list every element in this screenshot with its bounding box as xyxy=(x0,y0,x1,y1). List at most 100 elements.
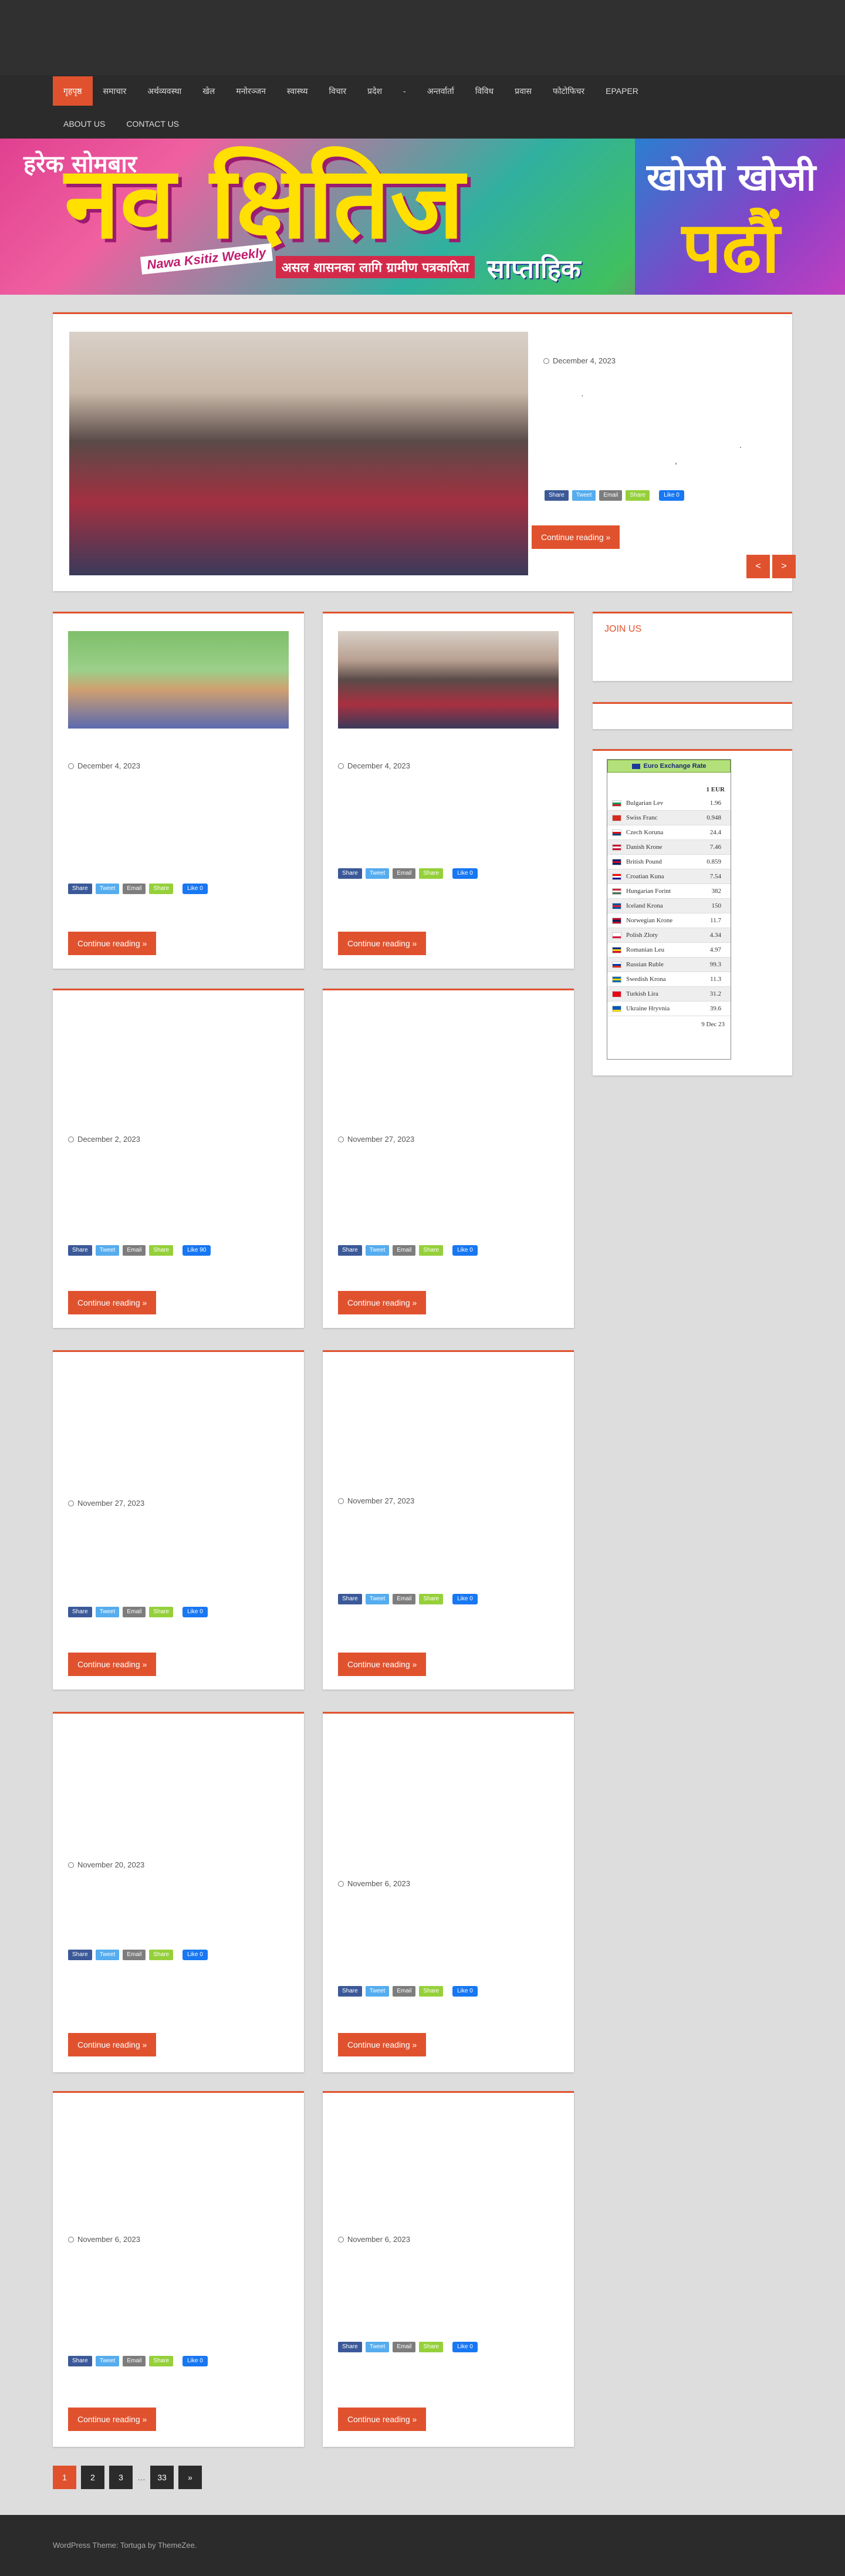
page-link[interactable]: » xyxy=(178,2466,202,2489)
facebook-share-button[interactable]: Share xyxy=(68,1607,92,1617)
email-share-button[interactable]: Email xyxy=(123,2356,146,2366)
twitter-share-button[interactable]: Tweet xyxy=(95,2356,120,2366)
nav-item[interactable]: - xyxy=(393,76,417,106)
continue-reading-button[interactable]: Continue reading » xyxy=(338,932,427,955)
email-share-button[interactable]: Email xyxy=(123,1950,146,1960)
facebook-share-button[interactable]: Share xyxy=(338,1594,362,1604)
nav-item[interactable]: प्रवास xyxy=(504,76,542,106)
facebook-like-button[interactable]: Like 0 xyxy=(182,1950,208,1960)
continue-reading-button[interactable]: Continue reading » xyxy=(338,2408,427,2431)
facebook-like-button[interactable]: Like 0 xyxy=(182,884,208,894)
page-link[interactable]: 33 xyxy=(150,2466,174,2489)
featured-image[interactable] xyxy=(69,332,528,575)
continue-reading-button[interactable]: Continue reading » xyxy=(68,2408,157,2431)
share-bar: Share Tweet Email Share Like 0 xyxy=(68,1607,208,1617)
email-share-button[interactable]: Email xyxy=(123,1607,146,1617)
generic-share-button[interactable]: Share xyxy=(419,1245,444,1256)
twitter-share-button[interactable]: Tweet xyxy=(365,1245,390,1256)
twitter-share-button[interactable]: Tweet xyxy=(95,1245,120,1256)
facebook-share-button[interactable]: Share xyxy=(338,1245,362,1256)
facebook-like-button[interactable]: Like 0 xyxy=(452,868,478,879)
page-link[interactable]: 2 xyxy=(81,2466,104,2489)
nav-item[interactable]: स्वास्थ्य xyxy=(276,76,319,106)
footer-credit[interactable]: WordPress Theme: Tortuga by ThemeZee. xyxy=(53,2541,197,2550)
facebook-like-button[interactable]: Like 0 xyxy=(452,1594,478,1604)
page-link[interactable]: 3 xyxy=(109,2466,133,2489)
generic-share-button[interactable]: Share xyxy=(419,868,444,879)
email-share-button[interactable]: Email xyxy=(393,1245,416,1256)
exchange-rate-row: Bulgarian Lev 1.96 xyxy=(607,796,731,811)
twitter-share-button[interactable]: Tweet xyxy=(365,1594,390,1604)
email-share-button[interactable]: Email xyxy=(123,884,146,894)
nav-item[interactable]: अर्थव्यवस्था xyxy=(137,76,192,106)
nav-item[interactable]: अन्तर्वार्ता xyxy=(417,76,465,106)
twitter-share-button[interactable]: Tweet xyxy=(365,1986,390,1997)
continue-reading-button[interactable]: Continue reading » xyxy=(68,932,157,955)
generic-share-button[interactable]: Share xyxy=(149,1950,174,1960)
generic-share-button[interactable]: Share xyxy=(419,2342,444,2352)
twitter-share-button[interactable]: Tweet xyxy=(365,868,390,879)
post-thumbnail[interactable] xyxy=(68,631,289,729)
currency-name: Bulgarian Lev xyxy=(626,800,664,807)
continue-reading-button[interactable]: Continue reading » xyxy=(68,1653,157,1676)
exchange-rate-row: Swedish Krona 11.3 xyxy=(607,972,731,987)
nav-item[interactable]: विविध xyxy=(465,76,504,106)
nav-item[interactable]: गृहपृष्ठ xyxy=(53,76,93,106)
twitter-share-button[interactable]: Tweet xyxy=(95,1607,120,1617)
continue-reading-button[interactable]: Continue reading » xyxy=(338,1291,427,1314)
nav-item[interactable]: समाचार xyxy=(93,76,137,106)
nav-item[interactable]: CONTACT US xyxy=(116,109,190,139)
twitter-share-button[interactable]: Tweet xyxy=(572,490,596,501)
nav-item[interactable]: विचार xyxy=(318,76,357,106)
email-share-button[interactable]: Email xyxy=(599,490,623,501)
facebook-share-button[interactable]: Share xyxy=(338,1986,362,1997)
facebook-like-button[interactable]: Like 0 xyxy=(182,2356,208,2366)
nav-item[interactable]: फोटोफिचर xyxy=(542,76,595,106)
facebook-share-button[interactable]: Share xyxy=(545,490,569,501)
email-share-button[interactable]: Email xyxy=(123,1245,146,1256)
twitter-share-button[interactable]: Tweet xyxy=(95,884,120,894)
continue-reading-button[interactable]: Continue reading » xyxy=(68,1291,157,1314)
continue-reading-button[interactable]: Continue reading » xyxy=(68,2033,157,2056)
generic-share-button[interactable]: Share xyxy=(149,884,174,894)
generic-share-button[interactable]: Share xyxy=(419,1986,444,1997)
facebook-share-button[interactable]: Share xyxy=(68,2356,92,2366)
page-link[interactable]: 1 xyxy=(53,2466,76,2489)
twitter-share-button[interactable]: Tweet xyxy=(365,2342,390,2352)
generic-share-button[interactable]: Share xyxy=(149,1245,174,1256)
exchange-rate-row: Hungarian Forint 382 xyxy=(607,884,731,899)
continue-reading-button[interactable]: Continue reading » xyxy=(532,525,620,549)
facebook-share-button[interactable]: Share xyxy=(338,2342,362,2352)
nav-item[interactable]: मनोरञ्जन xyxy=(225,76,276,106)
facebook-share-button[interactable]: Share xyxy=(68,884,92,894)
email-share-button[interactable]: Email xyxy=(393,1986,416,1997)
continue-reading-button[interactable]: Continue reading » xyxy=(338,1653,427,1676)
banner-ad-line1: खोजी खोजी xyxy=(647,156,816,200)
facebook-like-button[interactable]: Like 0 xyxy=(659,490,684,501)
continue-reading-button[interactable]: Continue reading » xyxy=(338,2033,427,2056)
facebook-share-button[interactable]: Share xyxy=(68,1245,92,1256)
twitter-share-button[interactable]: Tweet xyxy=(95,1950,120,1960)
nav-item[interactable]: ABOUT US xyxy=(53,109,116,139)
facebook-like-button[interactable]: Like 0 xyxy=(452,1986,478,1997)
email-share-button[interactable]: Email xyxy=(393,868,416,879)
facebook-like-button[interactable]: Like 0 xyxy=(182,1607,208,1617)
generic-share-button[interactable]: Share xyxy=(626,490,650,501)
facebook-like-button[interactable]: Like 0 xyxy=(452,1245,478,1256)
slider-prev-button[interactable]: < xyxy=(746,555,770,578)
generic-share-button[interactable]: Share xyxy=(149,1607,174,1617)
email-share-button[interactable]: Email xyxy=(393,1594,416,1604)
generic-share-button[interactable]: Share xyxy=(419,1594,444,1604)
facebook-share-button[interactable]: Share xyxy=(68,1950,92,1960)
nav-item[interactable]: EPAPER xyxy=(595,76,649,106)
email-share-button[interactable]: Email xyxy=(393,2342,416,2352)
slider-next-button[interactable]: > xyxy=(772,555,796,578)
generic-share-button[interactable]: Share xyxy=(149,2356,174,2366)
facebook-like-button[interactable]: Like 0 xyxy=(452,2342,478,2352)
facebook-share-button[interactable]: Share xyxy=(338,868,362,879)
nav-item[interactable]: खेल xyxy=(192,76,225,106)
site-banner[interactable]: हरेक सोमबार नव क्षितिज Nawa Ksitiz Weekl… xyxy=(0,139,845,295)
facebook-like-button[interactable]: Like 90 xyxy=(182,1245,211,1256)
nav-item[interactable]: प्रदेश xyxy=(357,76,393,106)
post-thumbnail[interactable] xyxy=(338,631,559,729)
